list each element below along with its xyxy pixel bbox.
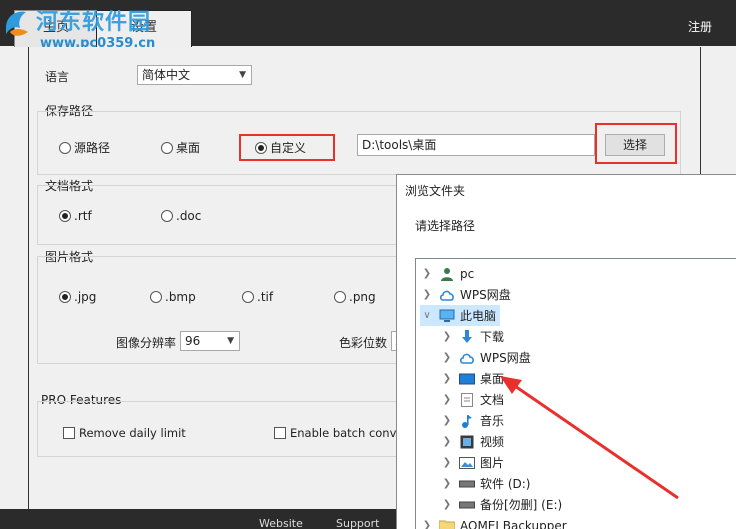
annotation-arrow — [500, 376, 679, 500]
